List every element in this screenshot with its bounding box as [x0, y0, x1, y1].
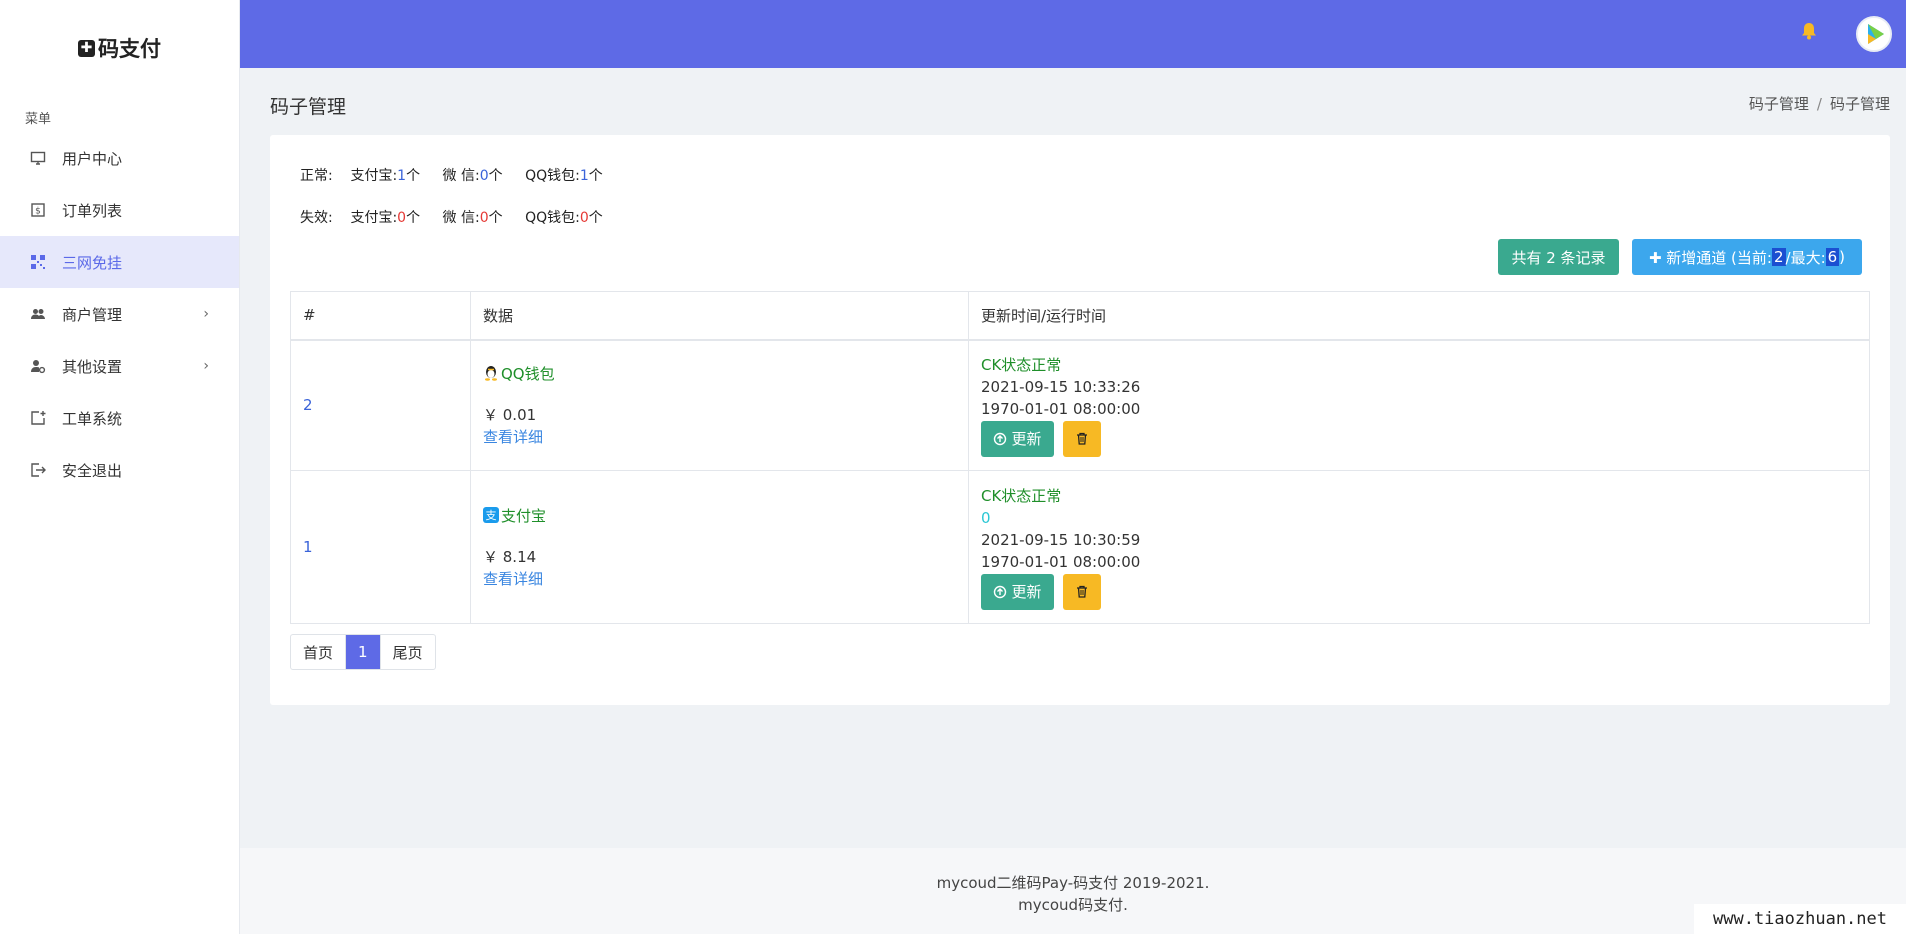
breadcrumb-item[interactable]: 码子管理 — [1749, 95, 1809, 113]
view-details-link[interactable]: 查看详细 — [483, 426, 956, 448]
amount: ￥ 0.01 — [483, 405, 537, 424]
update-time: 2021-09-15 10:33:26 — [981, 377, 1141, 396]
sidebar-item-label: 安全退出 — [62, 461, 123, 480]
dollar-doc-icon: $ — [29, 201, 47, 219]
run-time: 1970-01-01 08:00:00 — [981, 552, 1141, 571]
pagination: 首页 1 尾页 — [290, 634, 436, 670]
delete-button[interactable] — [1063, 573, 1101, 610]
records-count-button[interactable]: 共有 2 条记录 — [1498, 239, 1619, 275]
column-header: # — [290, 291, 471, 341]
footer-brand: mycoud码支付. — [1018, 896, 1128, 914]
chevron-right-icon: › — [203, 358, 209, 374]
sidebar-item-user-center[interactable]: 用户中心 — [0, 132, 239, 184]
add-doc-icon — [29, 409, 47, 427]
trash-icon — [1077, 585, 1087, 598]
sidebar-item-orders[interactable]: $ 订单列表 — [0, 184, 239, 236]
footer-copyright: mycoud二维码Pay-码支付 2019-2021. — [936, 874, 1210, 892]
sidebar-item-merchants[interactable]: 商户管理 › — [0, 288, 239, 340]
extra-value: 0 — [981, 508, 991, 527]
arrow-up-circle-icon — [994, 432, 1007, 445]
sidebar-item-label: 商户管理 — [62, 305, 123, 324]
sidebar-item-label: 用户中心 — [62, 149, 123, 168]
run-time: 1970-01-01 08:00:00 — [981, 399, 1141, 418]
status-text: CK状态正常 — [981, 355, 1062, 374]
update-button[interactable]: 更新 — [981, 573, 1054, 610]
row-id-link[interactable]: 1 — [303, 538, 313, 556]
sidebar-item-logout[interactable]: 安全退出 — [0, 444, 239, 496]
sidebar: ✚ 码支付 菜单 用户中心 $ 订单列表 三网免挂 商户管理 › 其他设置 › — [0, 0, 240, 934]
stats-normal: 正常: 支付宝:1个 微 信:0个 QQ钱包:1个 — [300, 168, 603, 184]
avatar[interactable] — [1856, 16, 1892, 52]
amount: ￥ 8.14 — [483, 547, 537, 566]
update-time: 2021-09-15 10:30:59 — [981, 530, 1141, 549]
view-details-link[interactable]: 查看详细 — [483, 568, 956, 590]
sidebar-item-label: 订单列表 — [62, 201, 123, 220]
status-text: CK状态正常 — [981, 486, 1062, 505]
brand[interactable]: ✚ 码支付 — [0, 0, 239, 96]
add-channel-button[interactable]: ✚ 新增通道 (当前: 2/最大: 6) — [1632, 239, 1862, 275]
footer: mycoud二维码Pay-码支付 2019-2021. mycoud码支付. — [240, 848, 1906, 934]
wallet-type: 支 支付宝 — [483, 505, 956, 526]
chevron-right-icon: › — [203, 306, 209, 322]
channel-table: # 数据 更新时间/运行时间 2 QQ钱包 ￥ 0.01 查看详细 CK状态正常… — [290, 291, 1870, 624]
sidebar-item-other-settings[interactable]: 其他设置 › — [0, 340, 239, 392]
page-title: 码子管理 — [270, 96, 347, 118]
brand-name: 码支付 — [98, 37, 161, 61]
monitor-icon — [29, 149, 47, 167]
qq-penguin-icon — [483, 365, 499, 381]
sidebar-item-three-network[interactable]: 三网免挂 — [0, 236, 239, 288]
sidebar-item-label: 其他设置 — [62, 357, 123, 376]
topbar — [240, 0, 1906, 68]
breadcrumb-item: 码子管理 — [1829, 95, 1890, 113]
content-card: 正常: 支付宝:1个 微 信:0个 QQ钱包:1个 失效: 支付宝:0个 微 信… — [270, 135, 1890, 705]
table-row: 1 支 支付宝 ￥ 8.14 查看详细 CK状态正常 0 2021-09-15 … — [290, 470, 1870, 624]
sidebar-item-tickets[interactable]: 工单系统 — [0, 392, 239, 444]
update-button[interactable]: 更新 — [981, 420, 1054, 457]
sidebar-item-label: 工单系统 — [62, 409, 123, 428]
breadcrumb: 码子管理 / 码子管理 — [1748, 95, 1890, 113]
stats-invalid: 失效: 支付宝:0个 微 信:0个 QQ钱包:0个 — [300, 210, 603, 226]
sidebar-item-label: 三网免挂 — [62, 253, 123, 272]
watermark: www.tiaozhuan.net — [1694, 904, 1906, 934]
qrcode-icon — [29, 253, 47, 271]
column-header: 数据 — [470, 291, 969, 341]
arrow-up-circle-icon — [994, 585, 1007, 598]
alipay-icon: 支 — [483, 507, 499, 523]
row-id-link[interactable]: 2 — [303, 396, 313, 414]
bell-icon[interactable] — [1798, 20, 1820, 42]
svg-text:$: $ — [35, 207, 41, 217]
delete-button[interactable] — [1063, 420, 1101, 457]
table-row: 2 QQ钱包 ￥ 0.01 查看详细 CK状态正常 2021-09-15 10:… — [290, 339, 1870, 471]
logout-icon — [29, 461, 47, 479]
trash-icon — [1077, 433, 1087, 445]
users-icon — [29, 305, 47, 323]
plus-square-icon: ✚ — [78, 39, 95, 57]
last-page-button[interactable]: 尾页 — [381, 635, 435, 669]
wallet-type: QQ钱包 — [483, 363, 956, 384]
current-page-button[interactable]: 1 — [346, 635, 381, 669]
first-page-button[interactable]: 首页 — [291, 635, 347, 669]
column-header: 更新时间/运行时间 — [968, 291, 1870, 341]
user-gear-icon — [29, 357, 47, 375]
menu-title: 菜单 — [25, 112, 52, 127]
